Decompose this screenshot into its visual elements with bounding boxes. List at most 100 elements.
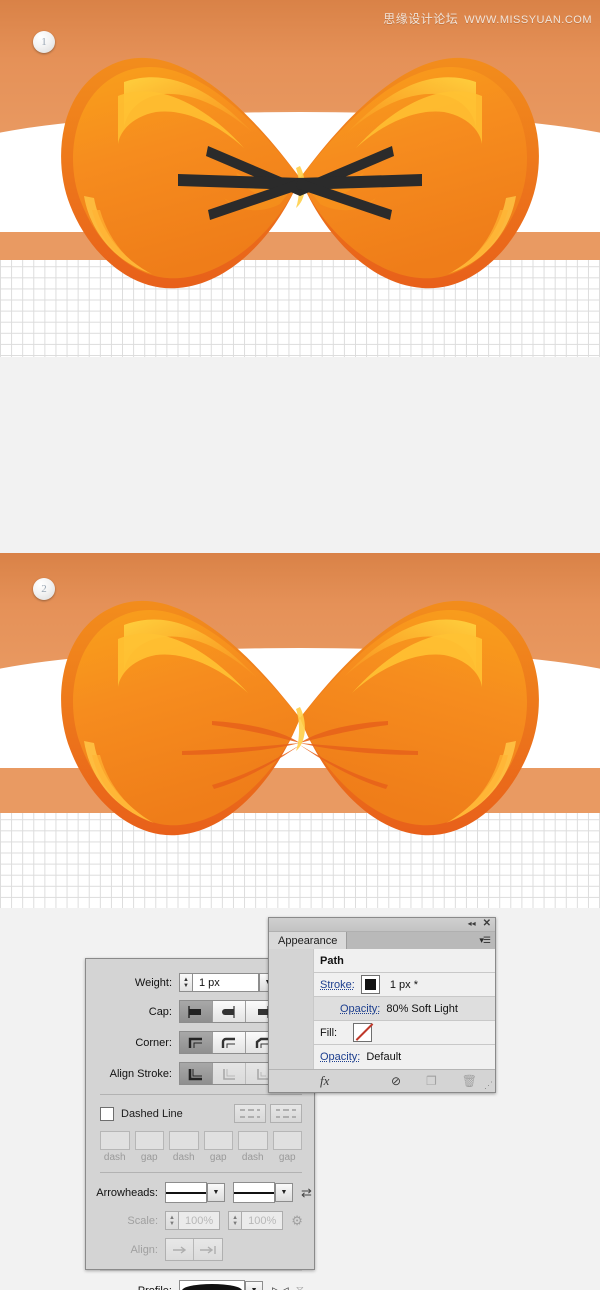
- step1-canvas: 思缘设计论坛 WWW.MISSYUAN.COM 1: [0, 0, 600, 357]
- dash-preserve-exact-button[interactable]: [234, 1104, 266, 1123]
- dash-field-2[interactable]: [169, 1131, 199, 1150]
- arrowhead-start-dropdown-icon[interactable]: ▼: [207, 1183, 225, 1202]
- butterfly-illustration-step2: [61, 600, 539, 836]
- align-inside-button[interactable]: [213, 1063, 246, 1084]
- round-join-button[interactable]: [213, 1032, 246, 1053]
- flip-across-icon[interactable]: ⧖: [296, 1283, 305, 1290]
- divider-2: [100, 1172, 302, 1173]
- dashed-line-row: Dashed Line: [100, 1104, 302, 1123]
- gap-label-2: gap: [209, 1152, 227, 1163]
- arrowhead-start-preview[interactable]: [165, 1182, 207, 1203]
- close-icon-2[interactable]: ✕: [483, 919, 491, 929]
- clear-appearance-icon-2[interactable]: ⊘: [391, 1074, 401, 1088]
- gap-label-1: gap: [140, 1152, 158, 1163]
- profile-row: Profile: ▼ ▷◁ ⧖: [86, 1280, 305, 1290]
- panel-menu-icon-2[interactable]: ▾☰: [479, 935, 491, 946]
- dash-fields: [100, 1131, 302, 1150]
- tab-appearance-2[interactable]: Appearance: [269, 932, 348, 949]
- place-arrow-at-end-button[interactable]: [194, 1239, 222, 1260]
- weight-stepper[interactable]: ▲ ▼: [179, 973, 193, 992]
- dashed-line-checkbox[interactable]: [100, 1106, 114, 1121]
- dash-label-2: dash: [172, 1152, 195, 1163]
- appearance2-row-stroke[interactable]: Stroke: 1 px *: [314, 973, 495, 997]
- duplicate-item-icon-2[interactable]: ❐: [426, 1074, 437, 1088]
- appearance-section-1: R: 0 G: 0 B: 0 ◂◂ ✕ Appearance ▾☰: [0, 357, 600, 879]
- appearance-rows-2: Path Stroke: 1 px * Opacity: 80% Soft Li…: [313, 949, 495, 1069]
- weight-input[interactable]: 1 px: [193, 973, 259, 992]
- width-profile-lens-icon: [182, 1284, 243, 1290]
- panel2-tabrow: Appearance ▾☰: [269, 932, 495, 949]
- appearance2-row-stroke-opacity[interactable]: Opacity: 80% Soft Light: [314, 997, 495, 1021]
- appearance2-row-fill[interactable]: Fill:: [314, 1021, 495, 1045]
- appearance2-row-opacity[interactable]: Opacity: Default: [314, 1045, 495, 1069]
- cap-buttons: [179, 1000, 280, 1023]
- collapse-icon-2[interactable]: ◂◂: [468, 919, 476, 929]
- stroke-opacity-value: 80% Soft Light: [386, 1002, 458, 1015]
- panel2-titlebar: ◂◂ ✕: [269, 918, 495, 932]
- flip-along-icon[interactable]: ▷◁: [272, 1284, 289, 1290]
- profile-preview[interactable]: [179, 1280, 246, 1290]
- fill-opacity-value: Default: [366, 1051, 402, 1063]
- align-arrow-buttons: [165, 1238, 223, 1261]
- link-scales-icon[interactable]: ⚙: [291, 1213, 303, 1229]
- arrowheads-row: Arrowheads: ▼ ▼ ⇄: [86, 1182, 312, 1203]
- step2-canvas: 2: [0, 553, 600, 908]
- scale-row: Scale: ▲ ▼ 100% ▲ ▼ 100% ⚙: [86, 1211, 303, 1230]
- tabrow-filler-2: ▾☰: [347, 932, 495, 949]
- swap-arrowheads-icon[interactable]: ⇄: [301, 1185, 312, 1201]
- dashed-line-label: Dashed Line: [121, 1107, 183, 1120]
- align-stroke-buttons: [179, 1062, 280, 1085]
- gap-label-3: gap: [278, 1152, 296, 1163]
- row2-label-path: Path: [320, 954, 344, 967]
- corner-buttons: [179, 1031, 280, 1054]
- resize-grip-icon-2[interactable]: ⋰: [484, 1080, 493, 1091]
- butt-cap-button[interactable]: [180, 1001, 213, 1022]
- weight-label: Weight:: [134, 976, 172, 989]
- row2-label-stroke-opacity[interactable]: Opacity:: [340, 1003, 380, 1015]
- cap-label: Cap:: [148, 1005, 172, 1018]
- extend-arrow-beyond-end-button[interactable]: [166, 1239, 194, 1260]
- row2-label-fill[interactable]: Fill:: [320, 1027, 337, 1039]
- appearance-panel-2: ◂◂ ✕ Appearance ▾☰ Path Stroke: 1 px * O…: [268, 917, 496, 1093]
- miter-join-button[interactable]: [180, 1032, 213, 1053]
- dash-field-labels: dash gap dash gap dash gap: [100, 1152, 302, 1163]
- divider-1: [100, 1094, 302, 1095]
- scale-label: Scale:: [127, 1214, 158, 1227]
- butterfly-illustration-step1: [61, 57, 539, 289]
- dash-label-1: dash: [103, 1152, 126, 1163]
- scale-end-stepper[interactable]: ▲ ▼: [228, 1211, 243, 1230]
- arrowheads-label: Arrowheads:: [96, 1186, 158, 1199]
- round-cap-button[interactable]: [213, 1001, 246, 1022]
- corner-label: Corner:: [135, 1036, 172, 1049]
- gap-field-2[interactable]: [203, 1131, 233, 1150]
- row2-label-stroke[interactable]: Stroke:: [320, 979, 355, 991]
- arrowhead-end-dropdown-icon[interactable]: ▼: [275, 1183, 293, 1202]
- scale-start-input[interactable]: 100%: [179, 1211, 221, 1230]
- fill-none-swatch-2[interactable]: [353, 1023, 373, 1042]
- arrowhead-end-preview[interactable]: [233, 1182, 275, 1203]
- gap-field-1[interactable]: [134, 1131, 164, 1150]
- delete-item-icon-2[interactable]: 🗑: [462, 1074, 477, 1088]
- divider-3: [100, 1270, 302, 1271]
- scale-end-input[interactable]: 100%: [242, 1211, 284, 1230]
- profile-label: Profile:: [86, 1285, 179, 1290]
- align-label: Align:: [130, 1243, 158, 1256]
- dash-label-3: dash: [241, 1152, 264, 1163]
- scale-start-stepper[interactable]: ▲ ▼: [165, 1211, 179, 1230]
- align-stroke-label: Align Stroke:: [109, 1067, 172, 1080]
- panel2-footer: fx ⊘ ❐ 🗑 ⋰: [269, 1069, 495, 1092]
- align-row: Align:: [86, 1238, 302, 1261]
- align-center-button[interactable]: [180, 1063, 213, 1084]
- stroke-color-swatch-2[interactable]: [360, 975, 380, 994]
- profile-dropdown-icon[interactable]: ▼: [245, 1281, 264, 1290]
- row2-label-opacity[interactable]: Opacity:: [320, 1051, 360, 1063]
- stroke-section: Weight: ▲▼ 1 px ▼ Cap:: [0, 908, 600, 1290]
- appearance2-row-path[interactable]: Path: [314, 949, 495, 973]
- tutorial-page: 思缘设计论坛 WWW.MISSYUAN.COM 1 2 Weight: ▲ ▼ …: [0, 0, 600, 1290]
- dash-field-3[interactable]: [238, 1131, 268, 1150]
- gap-field-3[interactable]: [272, 1131, 302, 1150]
- fx-icon-2[interactable]: fx: [320, 1074, 329, 1088]
- dash-field-1[interactable]: [100, 1131, 130, 1150]
- stroke-weight-value-2: 1 px *: [389, 978, 418, 991]
- dash-align-corners-button[interactable]: [270, 1104, 302, 1123]
